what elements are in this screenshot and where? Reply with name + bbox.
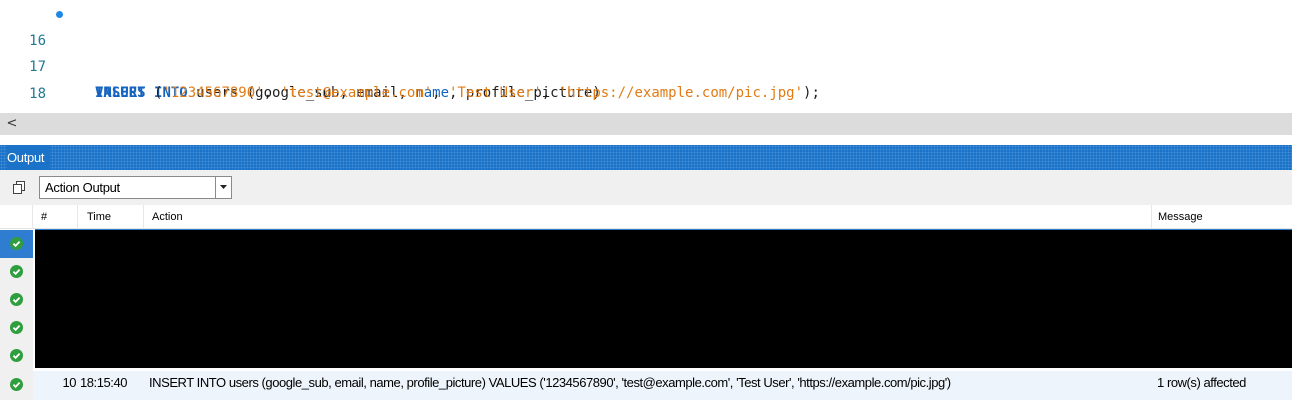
row-time: 18:15:40 [80,375,128,390]
code-line-17[interactable]: 17 VALUES ('1234567890', 'test@example.c… [0,28,1292,101]
code-line-16[interactable]: 16 INSERT INTO users (google_sub, email,… [0,2,1292,101]
success-check-icon [10,265,23,278]
row-action: INSERT INTO users (google_sub, email, na… [149,375,951,390]
scroll-left-arrow-icon[interactable]: < [2,113,22,135]
copy-icon[interactable] [11,180,27,196]
column-header-message[interactable]: Message [1152,205,1292,229]
success-check-icon [10,237,23,250]
output-panel-header[interactable]: Output [0,145,1292,170]
column-header-time[interactable]: Time [78,205,144,229]
output-panel-title: Output [7,145,51,170]
success-check-icon [10,349,23,362]
output-toolbar: Action Output [0,170,1292,205]
row-status-cell [0,230,33,258]
success-check-icon [10,321,23,334]
line-number: 18 [29,86,46,102]
panel-divider [0,135,1292,145]
row-status-cell [0,342,33,370]
column-header-number[interactable]: # [33,205,78,229]
redacted-rows [35,230,1292,368]
code-text: VALUES ('1234567890', 'test@example.com'… [95,85,820,101]
row-status-cell [0,286,33,314]
chevron-down-icon [220,185,227,189]
dropdown-button[interactable] [215,177,231,198]
success-check-icon [10,378,23,391]
row-status-cell [0,314,33,342]
row-number: 10 [62,375,76,390]
output-type-select[interactable]: Action Output [39,176,232,199]
select-value: Action Output [45,180,120,195]
row-message: 1 row(s) affected [1157,375,1246,390]
row-status-cell [0,258,33,286]
horizontal-scrollbar[interactable]: < [0,113,1292,135]
sql-editor[interactable]: 16 INSERT INTO users (google_sub, email,… [0,0,1292,112]
row-status-cell [0,370,33,400]
output-grid-header: # Time Action Message [0,205,1292,229]
code-line-18[interactable]: 18 [0,55,1292,102]
column-header-status[interactable] [0,205,33,229]
statement-marker-icon [56,11,63,18]
column-header-action[interactable]: Action [144,205,1152,229]
success-check-icon [10,293,23,306]
